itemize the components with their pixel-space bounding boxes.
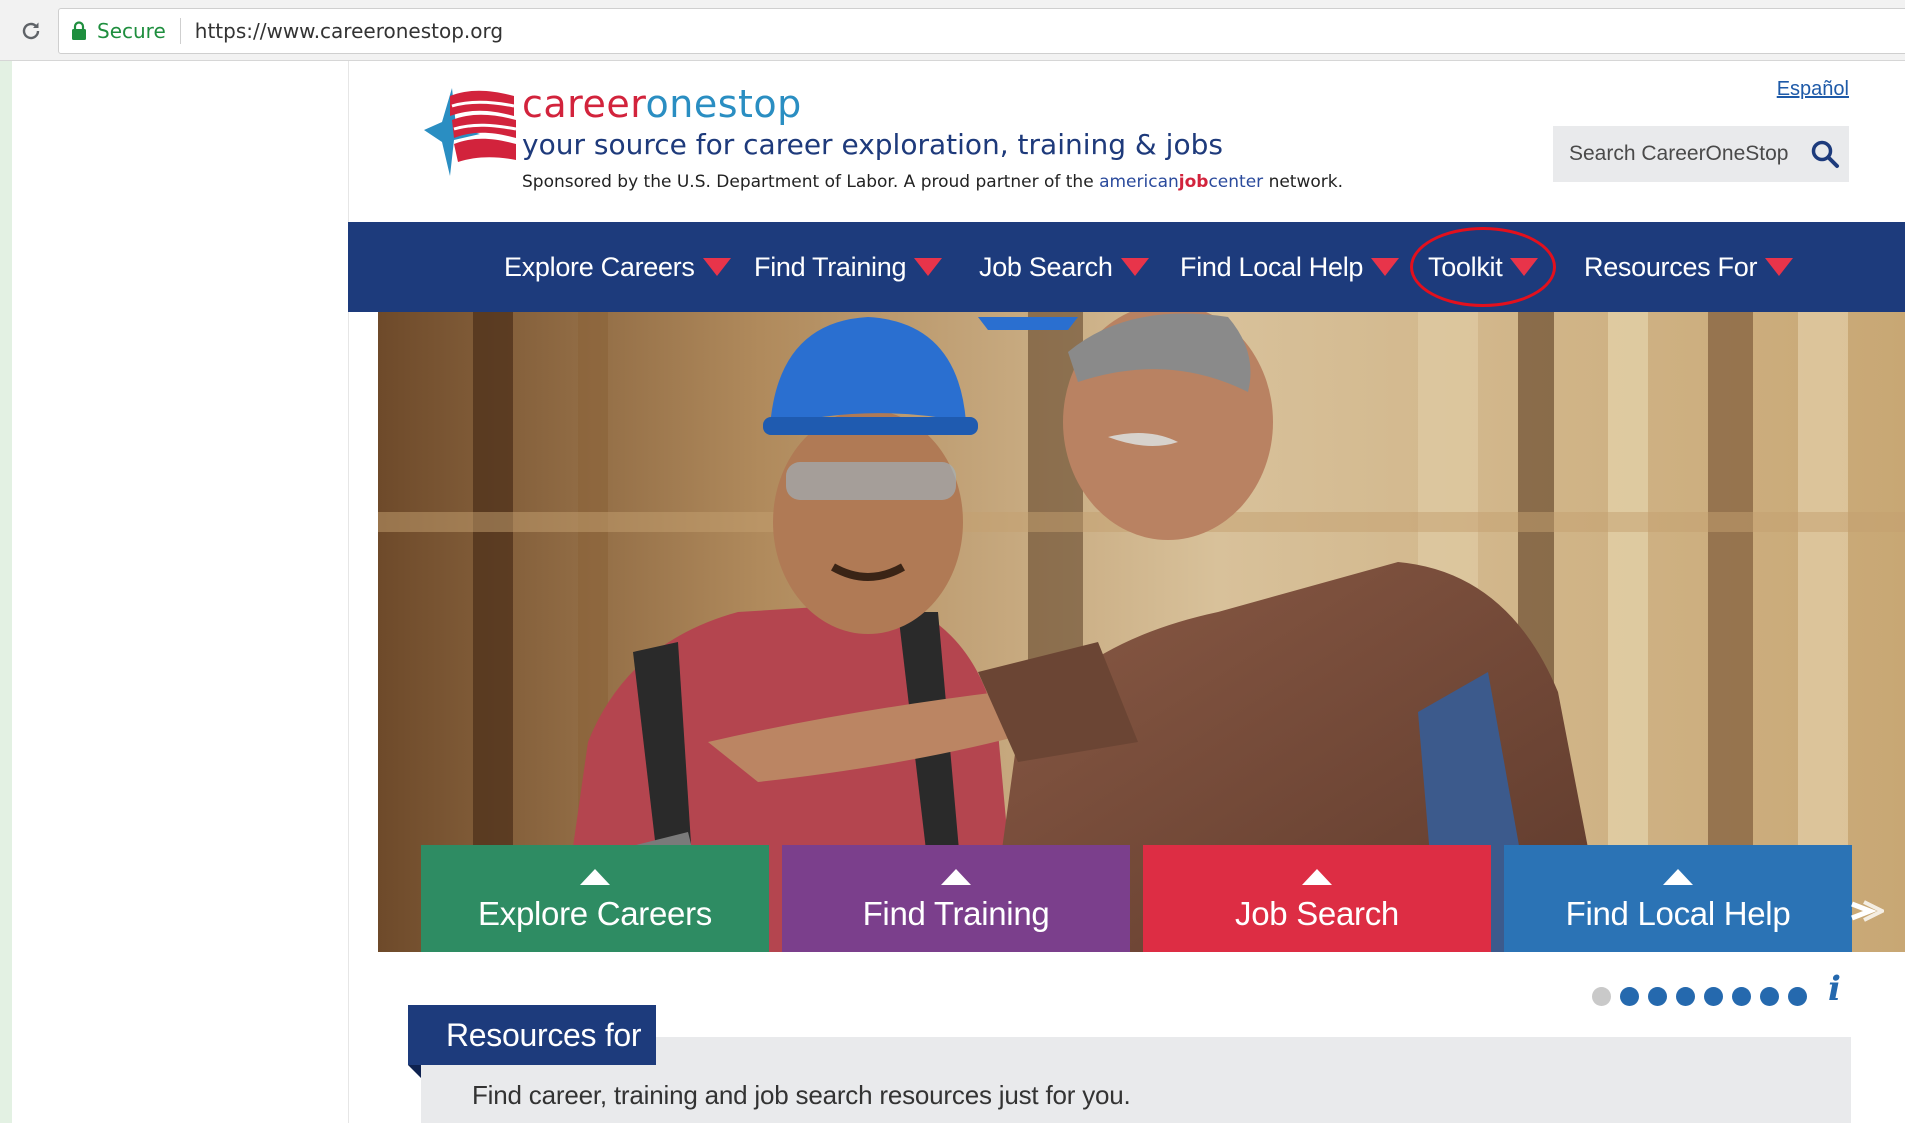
- caret-down-icon: [1765, 258, 1794, 276]
- careeronestop-logo-icon[interactable]: [422, 86, 518, 178]
- ajc-job: job: [1178, 172, 1209, 192]
- search-icon: [1811, 140, 1839, 168]
- nav-job-search[interactable]: Job Search: [979, 222, 1149, 312]
- ajc-american: american: [1099, 172, 1179, 192]
- carousel-dot[interactable]: [1676, 986, 1695, 1006]
- caret-down-icon: [1120, 258, 1149, 276]
- page-margin: [12, 61, 349, 1123]
- reload-icon: [22, 22, 40, 40]
- ribbon-fold: [408, 1065, 421, 1078]
- tile-find-training[interactable]: Find Training: [782, 845, 1130, 952]
- nav-label: Explore Careers: [504, 251, 695, 282]
- tile-label: Explore Careers: [478, 895, 712, 932]
- caret-up-icon: [1302, 869, 1332, 885]
- carousel-next-icon[interactable]: [1850, 896, 1884, 926]
- ajc-center: center: [1208, 172, 1264, 192]
- address-bar[interactable]: Secure https://www.careeronestop.org: [58, 8, 1905, 54]
- search-button[interactable]: [1805, 134, 1845, 174]
- tile-label: Job Search: [1235, 895, 1399, 932]
- nav-label: Find Training: [754, 251, 907, 282]
- american-job-center-logo: americanjobcenter: [1099, 172, 1263, 192]
- search-input[interactable]: [1567, 141, 1805, 167]
- brand-name[interactable]: careeronestop: [522, 82, 802, 126]
- espanol-link[interactable]: Español: [1777, 78, 1849, 101]
- carousel-dot[interactable]: [1620, 986, 1639, 1006]
- site-search: [1553, 126, 1849, 182]
- nav-explore-careers[interactable]: Explore Careers: [504, 222, 731, 312]
- carousel-dot[interactable]: [1592, 986, 1611, 1006]
- sponsor-text: Sponsored by the U.S. Department of Labo…: [522, 172, 1094, 192]
- caret-up-icon: [1663, 869, 1693, 885]
- carousel-dot[interactable]: [1760, 986, 1779, 1006]
- tile-label: Find Training: [862, 895, 1050, 932]
- site-tagline: your source for career exploration, trai…: [522, 128, 1223, 161]
- nav-label: Resources For: [1584, 251, 1758, 282]
- tile-find-local-help[interactable]: Find Local Help: [1504, 845, 1852, 952]
- nav-label: Job Search: [979, 251, 1113, 282]
- carousel-dot[interactable]: [1788, 986, 1807, 1006]
- nav-toolkit[interactable]: Toolkit: [1428, 222, 1539, 312]
- main-navigation: Explore Careers Find Training Job Search…: [348, 222, 1905, 312]
- resources-description: Find career, training and job search res…: [472, 1080, 1131, 1110]
- lock-icon: [72, 21, 86, 40]
- tile-explore-careers[interactable]: Explore Careers: [421, 845, 769, 952]
- carousel-dot[interactable]: [1648, 986, 1667, 1006]
- caret-up-icon: [580, 869, 610, 885]
- nav-label: Toolkit: [1428, 251, 1503, 282]
- resources-for-heading: Resources for: [408, 1005, 656, 1065]
- brand-part-onestop: onestop: [645, 82, 802, 126]
- caret-up-icon: [941, 869, 971, 885]
- info-icon[interactable]: i: [1828, 972, 1850, 1006]
- tile-job-search[interactable]: Job Search: [1143, 845, 1491, 952]
- carousel-dot[interactable]: [1704, 986, 1723, 1006]
- caret-down-icon: [914, 258, 943, 276]
- url-text[interactable]: https://www.careeronestop.org: [195, 19, 503, 43]
- nav-label: Find Local Help: [1180, 251, 1364, 282]
- tile-label: Find Local Help: [1565, 895, 1791, 932]
- nav-resources-for[interactable]: Resources For: [1584, 222, 1794, 312]
- carousel-dot[interactable]: [1732, 986, 1751, 1006]
- window-edge: [0, 61, 12, 1123]
- caret-down-icon: [1371, 258, 1400, 276]
- nav-find-local-help[interactable]: Find Local Help: [1180, 222, 1400, 312]
- caret-down-icon: [1510, 258, 1539, 276]
- sponsor-line: Sponsored by the U.S. Department of Labo…: [522, 172, 1343, 192]
- nav-find-training[interactable]: Find Training: [754, 222, 943, 312]
- secure-label: Secure: [97, 19, 166, 43]
- address-divider: [179, 18, 181, 44]
- brand-part-career: career: [522, 82, 646, 126]
- reload-button[interactable]: [14, 14, 48, 48]
- caret-down-icon: [702, 258, 731, 276]
- browser-toolbar: Secure https://www.careeronestop.org: [0, 0, 1905, 61]
- carousel-dots: [1592, 986, 1816, 1006]
- sponsor-suffix: network.: [1268, 172, 1344, 192]
